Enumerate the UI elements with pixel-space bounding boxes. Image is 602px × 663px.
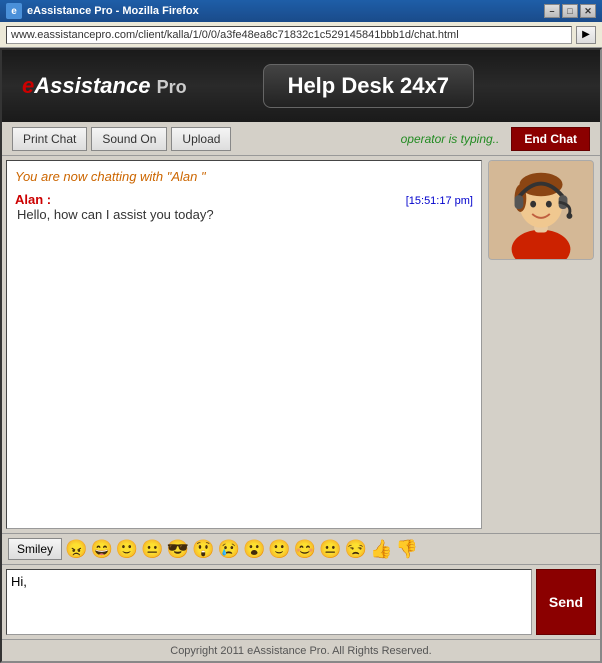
agent-photo-panel bbox=[486, 160, 596, 529]
browser-icon: e bbox=[6, 3, 22, 19]
brand-pro: Pro bbox=[157, 77, 187, 97]
window-controls: – □ ✕ bbox=[544, 4, 596, 18]
go-button[interactable]: ▶ bbox=[576, 26, 596, 44]
smiley-button[interactable]: Smiley bbox=[8, 538, 62, 560]
helpdesk-label: Help Desk 24x7 bbox=[288, 73, 449, 98]
maximize-button[interactable]: □ bbox=[562, 4, 578, 18]
close-button[interactable]: ✕ bbox=[580, 4, 596, 18]
input-area: Hi, Send bbox=[2, 565, 600, 639]
chat-timestamp: [15:51:17 pm] bbox=[406, 195, 473, 207]
emoji-unamused[interactable]: 😒 bbox=[345, 540, 367, 558]
welcome-message: You are now chatting with "Alan " bbox=[15, 169, 473, 184]
chat-messages[interactable]: You are now chatting with "Alan " Alan :… bbox=[6, 160, 482, 529]
brand-logo: eAssistance Pro bbox=[22, 73, 187, 99]
window-content: eAssistance Pro Help Desk 24x7 Print Cha… bbox=[0, 48, 602, 663]
footer-text: Copyright 2011 eAssistance Pro. All Righ… bbox=[170, 645, 431, 657]
agent-avatar-svg bbox=[489, 161, 593, 259]
header: eAssistance Pro Help Desk 24x7 bbox=[2, 50, 600, 122]
emoji-thumbsup[interactable]: 👍 bbox=[370, 540, 392, 558]
table-row: Alan : [15:51:17 pm] Hello, how can I as… bbox=[15, 192, 473, 222]
chat-text: Hello, how can I assist you today? bbox=[15, 207, 473, 222]
emoji-neutral[interactable]: 😐 bbox=[141, 540, 163, 558]
agent-photo bbox=[488, 160, 594, 260]
helpdesk-badge: Help Desk 24x7 bbox=[263, 64, 474, 108]
print-chat-button[interactable]: Print Chat bbox=[12, 127, 87, 151]
chat-area: You are now chatting with "Alan " Alan :… bbox=[2, 156, 600, 639]
emoji-laugh[interactable]: 😄 bbox=[90, 540, 112, 558]
brand-e: e bbox=[22, 73, 34, 98]
emoji-thumbsdown[interactable]: 👎 bbox=[396, 540, 418, 558]
brand-rest: Assistance bbox=[34, 73, 150, 98]
send-button[interactable]: Send bbox=[536, 569, 596, 635]
message-header: Alan : [15:51:17 pm] bbox=[15, 192, 473, 207]
minimize-button[interactable]: – bbox=[544, 4, 560, 18]
emoji-cool[interactable]: 😎 bbox=[167, 540, 189, 558]
address-bar: ▶ bbox=[0, 22, 602, 48]
chat-main: You are now chatting with "Alan " Alan :… bbox=[2, 156, 600, 533]
url-input[interactable] bbox=[6, 26, 572, 44]
titlebar: e eAssistance Pro - Mozilla Firefox – □ … bbox=[0, 0, 602, 22]
end-chat-button[interactable]: End Chat bbox=[511, 127, 590, 151]
footer: Copyright 2011 eAssistance Pro. All Righ… bbox=[2, 639, 600, 661]
typing-status: operator is typing.. bbox=[401, 132, 500, 146]
emoji-blush[interactable]: 😊 bbox=[294, 540, 316, 558]
emoji-surprised[interactable]: 😮 bbox=[243, 540, 265, 558]
chat-sender: Alan : bbox=[15, 192, 51, 207]
emoji-bar: Smiley 😠 😄 🙂 😐 😎 😲 😢 😮 🙂 😊 😐 😒 👍 👎 bbox=[2, 533, 600, 565]
emoji-plain[interactable]: 😐 bbox=[319, 540, 341, 558]
upload-button[interactable]: Upload bbox=[171, 127, 231, 151]
sound-on-button[interactable]: Sound On bbox=[91, 127, 167, 151]
emoji-sad[interactable]: 😢 bbox=[218, 540, 240, 558]
window-title: eAssistance Pro - Mozilla Firefox bbox=[27, 5, 544, 17]
emoji-angry[interactable]: 😠 bbox=[65, 540, 87, 558]
emoji-shocked[interactable]: 😲 bbox=[192, 540, 214, 558]
emoji-smile[interactable]: 🙂 bbox=[116, 540, 138, 558]
toolbar: Print Chat Sound On Upload operator is t… bbox=[2, 122, 600, 156]
emoji-happy[interactable]: 🙂 bbox=[268, 540, 290, 558]
chat-input[interactable]: Hi, bbox=[6, 569, 532, 635]
